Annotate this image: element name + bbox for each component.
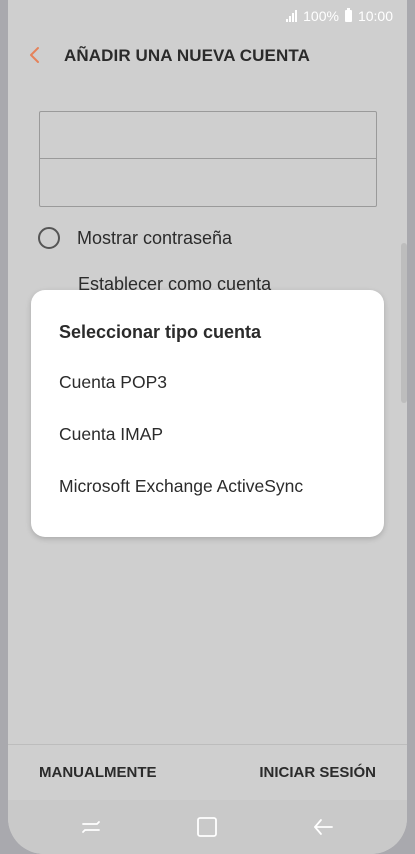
app-header: AÑADIR UNA NUEVA CUENTA — [8, 36, 407, 76]
show-password-toggle[interactable]: Mostrar contraseña — [38, 227, 232, 249]
navigation-bar — [8, 800, 407, 854]
password-field[interactable] — [40, 158, 376, 205]
option-exchange-activesync[interactable]: Microsoft Exchange ActiveSync — [59, 476, 303, 497]
page-title: AÑADIR UNA NUEVA CUENTA — [64, 46, 310, 65]
signal-icon — [286, 10, 298, 22]
radio-icon[interactable] — [38, 227, 60, 249]
credentials-fields — [39, 111, 377, 207]
email-input[interactable] — [40, 112, 376, 158]
clock: 10:00 — [357, 8, 393, 24]
nav-back-icon[interactable] — [312, 816, 334, 838]
email-field[interactable] — [40, 112, 376, 158]
battery-icon — [344, 8, 352, 22]
account-type-dialog: Seleccionar tipo cuenta Cuenta POP3 Cuen… — [31, 290, 384, 537]
battery-percent: 100% — [303, 8, 339, 24]
home-icon[interactable] — [196, 816, 218, 838]
login-button[interactable]: INICIAR SESIÓN — [259, 764, 376, 781]
status-bar: 100% 10:00 — [286, 6, 393, 26]
recents-icon[interactable] — [80, 816, 102, 838]
bottom-action-bar: MANUALMENTE INICIAR SESIÓN — [8, 744, 407, 800]
scroll-handle[interactable] — [401, 243, 407, 403]
manual-button[interactable]: MANUALMENTE — [39, 764, 157, 781]
password-input[interactable] — [40, 159, 376, 205]
show-password-label: Mostrar contraseña — [77, 227, 233, 248]
option-pop3[interactable]: Cuenta POP3 — [59, 372, 167, 393]
option-imap[interactable]: Cuenta IMAP — [59, 424, 163, 445]
back-arrow-icon[interactable] — [26, 46, 44, 64]
dialog-title: Seleccionar tipo cuenta — [59, 322, 262, 342]
screen: 100% 10:00 AÑADIR UNA NUEVA CUENTA Mostr… — [8, 0, 407, 854]
